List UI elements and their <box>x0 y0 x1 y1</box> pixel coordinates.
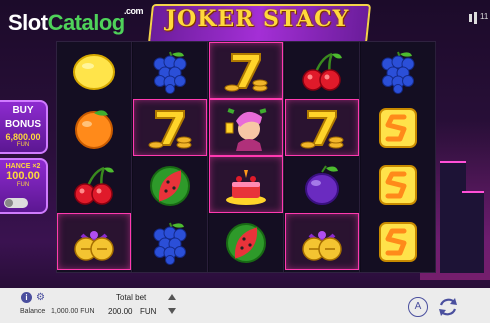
chance-toggle-knob <box>5 199 13 207</box>
total-bet-currency: FUN <box>140 307 157 316</box>
reel-column <box>361 42 436 272</box>
watermelon-symbol <box>222 219 270 265</box>
buy-bonus-title-1: BUY <box>12 105 34 116</box>
scatter-symbol <box>374 105 422 151</box>
joker-symbol <box>222 105 270 151</box>
bell-symbol <box>298 219 346 265</box>
balance-label: Balance <box>20 308 46 315</box>
reel-cell <box>133 213 207 270</box>
reel-cell <box>209 42 283 99</box>
chance-x2-panel[interactable]: HANCE ×2 100.00 FUN <box>0 158 48 214</box>
buy-bonus-price: 6,800.00 <box>5 132 41 142</box>
bet-decrease-arrow[interactable] <box>168 308 176 314</box>
watermelon-symbol <box>146 162 194 208</box>
buy-bonus-title-2: BONUS <box>4 119 42 130</box>
grapes-symbol <box>146 219 194 265</box>
reel-cell <box>209 213 283 270</box>
reel-cell <box>209 156 283 213</box>
reel-cell <box>361 99 435 156</box>
chance-currency: FUN <box>16 182 30 188</box>
reel-cell <box>361 156 435 213</box>
chance-price: 100.00 <box>6 170 40 182</box>
reel-column <box>133 42 208 272</box>
seven-symbol <box>146 105 194 151</box>
cherry-symbol <box>298 48 346 94</box>
cherry-symbol <box>70 162 118 208</box>
reel-cell <box>361 42 435 99</box>
reel-column <box>209 42 284 272</box>
sound-icon[interactable] <box>469 12 479 24</box>
plum-symbol <box>298 162 346 208</box>
bell-symbol <box>70 219 118 265</box>
reel-cell <box>285 156 359 213</box>
reel-cell <box>57 42 131 99</box>
seven-symbol <box>222 48 270 94</box>
reel-cell <box>57 213 131 270</box>
grapes-symbol <box>374 48 422 94</box>
reel-cell <box>133 99 207 156</box>
info-icon[interactable]: i <box>21 292 32 303</box>
autoplay-button[interactable]: A <box>408 297 428 317</box>
spin-button[interactable] <box>433 292 463 322</box>
reels-area <box>56 41 436 273</box>
reel-cell <box>133 156 207 213</box>
bet-increase-arrow[interactable] <box>168 294 176 300</box>
lemon-symbol <box>70 48 118 94</box>
reel-cell <box>209 99 283 156</box>
reel-cell <box>133 42 207 99</box>
chance-toggle[interactable] <box>4 198 28 208</box>
seven-symbol <box>298 105 346 151</box>
orange-symbol <box>70 105 118 151</box>
watermark: SlotCatalog .com <box>8 6 144 36</box>
header: SlotCatalog .com JOKER STACY 11 <box>0 0 490 44</box>
reel-cell <box>285 213 359 270</box>
header-number: 11 <box>480 12 489 21</box>
reel-column <box>285 42 360 272</box>
scatter-symbol <box>374 219 422 265</box>
balance-value: 1,000.00 FUN <box>51 308 95 315</box>
background-building <box>462 191 484 273</box>
total-bet-label: Total bet <box>116 293 147 302</box>
watermark-slot: Slot <box>8 10 48 35</box>
reel-cell <box>285 99 359 156</box>
watermark-catalog: Catalog <box>47 10 126 35</box>
total-bet-value: 200.00 <box>108 307 133 316</box>
reel-cell <box>361 213 435 270</box>
watermark-com: .com <box>124 6 144 16</box>
scatter-symbol <box>374 162 422 208</box>
gear-icon[interactable]: ⚙ <box>36 292 45 303</box>
cake-symbol <box>222 162 270 208</box>
reel-cell <box>285 42 359 99</box>
buy-bonus-button[interactable]: BUY BONUS 6,800.00 FUN <box>0 100 48 154</box>
buy-bonus-currency: FUN <box>16 142 30 148</box>
chance-label: HANCE ×2 <box>5 163 41 170</box>
reel-cell <box>57 156 131 213</box>
reel-column <box>57 42 132 272</box>
reel-cell <box>57 99 131 156</box>
game-logo: JOKER STACY <box>165 6 350 32</box>
grapes-symbol <box>146 48 194 94</box>
